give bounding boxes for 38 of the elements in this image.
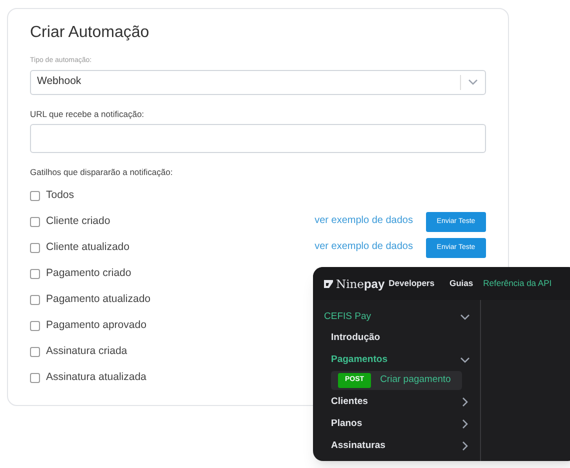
sidebar-item[interactable]: Pagamentos [313, 350, 480, 370]
checkbox[interactable] [30, 295, 40, 305]
automation-type-select[interactable]: Webhook [30, 70, 486, 94]
checkbox[interactable] [30, 243, 40, 253]
nav-link[interactable]: Referência da API [483, 277, 552, 290]
chevron-down-icon [468, 77, 478, 87]
brand-suffix: Developers [388, 277, 434, 290]
checkbox[interactable] [30, 217, 40, 227]
chevron-down-icon [460, 355, 470, 365]
chevron-right-icon [460, 397, 470, 407]
sidebar-item[interactable]: Assinaturas [313, 436, 480, 456]
url-field[interactable] [30, 124, 486, 154]
checkbox-label: Pagamento aprovado [46, 318, 146, 334]
nav-link[interactable]: Guias [449, 277, 474, 290]
sidebar-item[interactable]: Planos [313, 414, 480, 434]
checkbox[interactable] [30, 373, 40, 383]
form-title: Criar Automação [30, 23, 150, 43]
checkbox-label: Pagamento criado [46, 266, 132, 282]
triggers-label: Gatilhos que dispararão a notificação: [30, 166, 174, 179]
chevron-right-icon [460, 441, 470, 451]
field-label: URL que recebe a notificação: [30, 108, 146, 120]
sidebar-item[interactable]: Introdução [313, 328, 480, 348]
chevron-right-icon [460, 419, 470, 429]
checkbox-label: Todos [46, 188, 74, 204]
logo-icon [324, 280, 333, 288]
sidebar-item[interactable]: CEFIS Pay [313, 307, 480, 327]
checkbox[interactable] [30, 191, 40, 201]
checkbox[interactable] [30, 347, 40, 357]
checkbox-label: Pagamento atualizado [46, 292, 150, 308]
checkbox[interactable] [30, 321, 40, 331]
sidebar-item[interactable]: Clientes [313, 392, 480, 412]
checkbox-label: Cliente atualizado [46, 240, 130, 256]
checkbox-label: Cliente criado [46, 214, 110, 230]
chevron-down-icon [460, 312, 470, 322]
checkbox-label: Assinatura criada [46, 344, 128, 360]
brand-name: Ninepay [336, 276, 385, 292]
checkbox[interactable] [30, 269, 40, 279]
checkbox-label: Assinatura atualizada [46, 370, 146, 386]
